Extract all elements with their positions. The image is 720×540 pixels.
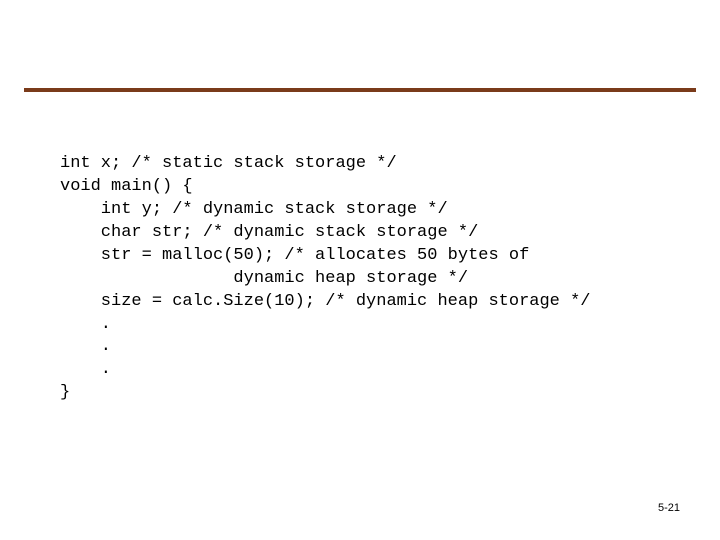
horizontal-rule: [24, 88, 696, 92]
code-line: void main() {: [60, 177, 193, 196]
code-line: char str; /* dynamic stack storage */: [60, 223, 478, 242]
code-block: int x; /* static stack storage */ void m…: [60, 130, 680, 405]
code-line: str = malloc(50); /* allocates 50 bytes …: [60, 246, 529, 265]
code-line: .: [60, 360, 111, 379]
code-line: dynamic heap storage */: [60, 269, 468, 288]
code-line: }: [60, 383, 70, 402]
code-line: .: [60, 315, 111, 334]
code-line: int y; /* dynamic stack storage */: [60, 200, 448, 219]
code-line: size = calc.Size(10); /* dynamic heap st…: [60, 292, 591, 311]
code-line: int x; /* static stack storage */: [60, 154, 397, 173]
page-number: 5-21: [658, 502, 680, 514]
code-line: .: [60, 337, 111, 356]
